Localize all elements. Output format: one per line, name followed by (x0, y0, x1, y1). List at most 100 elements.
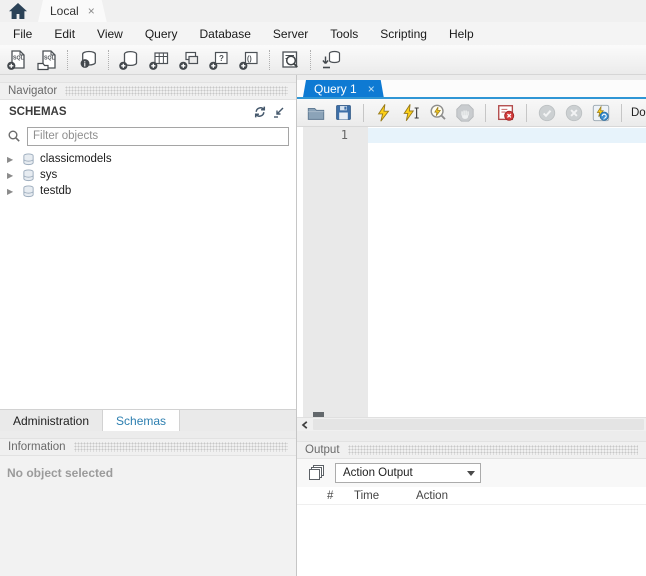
new-table-icon[interactable] (146, 47, 172, 73)
open-script-icon[interactable] (305, 102, 327, 124)
line-number-gutter: 1 (303, 127, 368, 417)
sidebar-bottom-tabs: Administration Schemas (0, 409, 296, 431)
new-function-icon[interactable]: () (236, 47, 262, 73)
schemas-section-title: SCHEMAS (9, 106, 67, 118)
current-line-highlight (368, 128, 646, 143)
mysql-workbench-window: Local × File Edit View Query Database Se… (0, 0, 646, 576)
sql-editor-panel: Query 1 × Do 1 Output Action Output # Ti… (297, 75, 646, 576)
explain-plan-icon[interactable] (427, 102, 449, 124)
execute-script-icon[interactable] (373, 102, 395, 124)
new-sql-tab-icon[interactable]: SQL (4, 47, 30, 73)
panel-gap (0, 431, 296, 438)
new-view-icon[interactable] (176, 47, 202, 73)
reconnect-dbms-icon[interactable] (318, 47, 344, 73)
output-toolbar: Action Output (297, 459, 646, 487)
toolbar-separator (485, 103, 486, 122)
panel-gap (297, 431, 646, 441)
refresh-schemas-icon[interactable] (251, 104, 269, 120)
search-icon (5, 128, 23, 144)
menu-help[interactable]: Help (438, 27, 485, 41)
output-grid-header: # Time Action (297, 487, 646, 505)
line-number: 1 (340, 128, 348, 142)
schema-name: testdb (40, 185, 72, 197)
header-dotted-fill (73, 442, 288, 452)
home-tab-button[interactable] (0, 0, 36, 22)
output-stacked-pages-icon (309, 465, 324, 480)
toolbar-separator (621, 103, 622, 122)
toolbar-separator (526, 103, 527, 122)
connection-tab-close-icon[interactable]: × (88, 5, 95, 17)
toolbar-separator (108, 49, 109, 70)
menu-server[interactable]: Server (262, 27, 319, 41)
toggle-autocommit-icon[interactable] (590, 102, 612, 124)
commit-icon[interactable] (536, 102, 558, 124)
database-info-icon[interactable]: i (75, 47, 101, 73)
schema-name: classicmodels (40, 153, 112, 165)
sql-editor[interactable]: 1 (297, 127, 646, 417)
filter-objects-input[interactable] (27, 126, 289, 146)
toolbar-separator (67, 49, 68, 70)
expand-arrow-icon[interactable]: ▶ (7, 187, 17, 196)
menu-tools[interactable]: Tools (319, 27, 369, 41)
column-header-time[interactable]: Time (354, 490, 416, 502)
schemas-section-header: SCHEMAS (0, 100, 296, 124)
output-view-selector[interactable]: Action Output (335, 463, 481, 483)
editor-text-area[interactable] (368, 127, 646, 417)
horizontal-scrollbar[interactable] (297, 417, 646, 431)
tree-empty-space (0, 199, 296, 409)
editor-tab-strip: Query 1 × (297, 75, 646, 99)
information-header: Information (0, 438, 296, 456)
filter-row (0, 124, 296, 148)
query-tab-close-icon[interactable]: × (368, 83, 375, 95)
tab-administration[interactable]: Administration (0, 410, 102, 431)
svg-text:?: ? (219, 54, 224, 63)
new-schema-icon[interactable] (116, 47, 142, 73)
stop-execution-icon[interactable] (454, 102, 476, 124)
menu-database[interactable]: Database (189, 27, 262, 41)
tab-query-1[interactable]: Query 1 × (303, 80, 384, 97)
expand-arrow-icon[interactable]: ▶ (7, 155, 17, 164)
splitter-grip[interactable] (313, 412, 324, 417)
menu-file[interactable]: File (2, 27, 43, 41)
new-procedure-icon[interactable]: ? (206, 47, 232, 73)
rollback-icon[interactable] (563, 102, 585, 124)
output-header-label: Output (305, 444, 340, 456)
collapse-panel-icon[interactable] (269, 104, 287, 120)
main-area: Navigator SCHEMAS ▶ (0, 75, 646, 576)
execute-current-statement-icon[interactable] (400, 102, 422, 124)
menu-edit[interactable]: Edit (43, 27, 86, 41)
toolbar-separator (310, 49, 311, 70)
tab-schemas[interactable]: Schemas (102, 410, 181, 431)
svg-text:SQL: SQL (44, 55, 56, 61)
column-header-action[interactable]: Action (416, 490, 448, 502)
toolbar-separator (363, 103, 364, 122)
scroll-left-arrow-icon[interactable] (297, 418, 313, 431)
menu-view[interactable]: View (86, 27, 134, 41)
output-view-selector-value: Action Output (343, 467, 413, 479)
schema-icon (23, 184, 34, 197)
schema-item-sys[interactable]: ▶ sys (0, 167, 296, 183)
search-objects-icon[interactable] (277, 47, 303, 73)
schema-item-classicmodels[interactable]: ▶ classicmodels (0, 151, 296, 167)
row-limit-dropdown[interactable]: Don't Li (631, 107, 646, 119)
schema-tree: ▶ classicmodels ▶ sys ▶ testdb (0, 148, 296, 199)
expand-arrow-icon[interactable]: ▶ (7, 171, 17, 180)
schema-item-testdb[interactable]: ▶ testdb (0, 183, 296, 199)
open-sql-file-icon[interactable]: SQL (34, 47, 60, 73)
column-header-number[interactable]: # (327, 490, 354, 502)
connection-tab-local[interactable]: Local × (38, 0, 107, 22)
save-script-icon[interactable] (332, 102, 354, 124)
information-panel: No object selected (0, 456, 296, 576)
home-icon (9, 3, 27, 19)
menu-query[interactable]: Query (134, 27, 189, 41)
panel-gap (0, 75, 296, 82)
menu-scripting[interactable]: Scripting (369, 27, 438, 41)
navigator-panel: Navigator SCHEMAS ▶ (0, 75, 297, 576)
header-dotted-fill (65, 86, 288, 96)
no-object-selected-text: No object selected (7, 466, 114, 480)
toggle-stop-on-error-icon[interactable] (495, 102, 517, 124)
scrollbar-thumb[interactable] (313, 419, 644, 430)
navigator-header-label: Navigator (8, 85, 58, 97)
information-header-label: Information (8, 441, 66, 453)
toolbar-separator (269, 49, 270, 70)
